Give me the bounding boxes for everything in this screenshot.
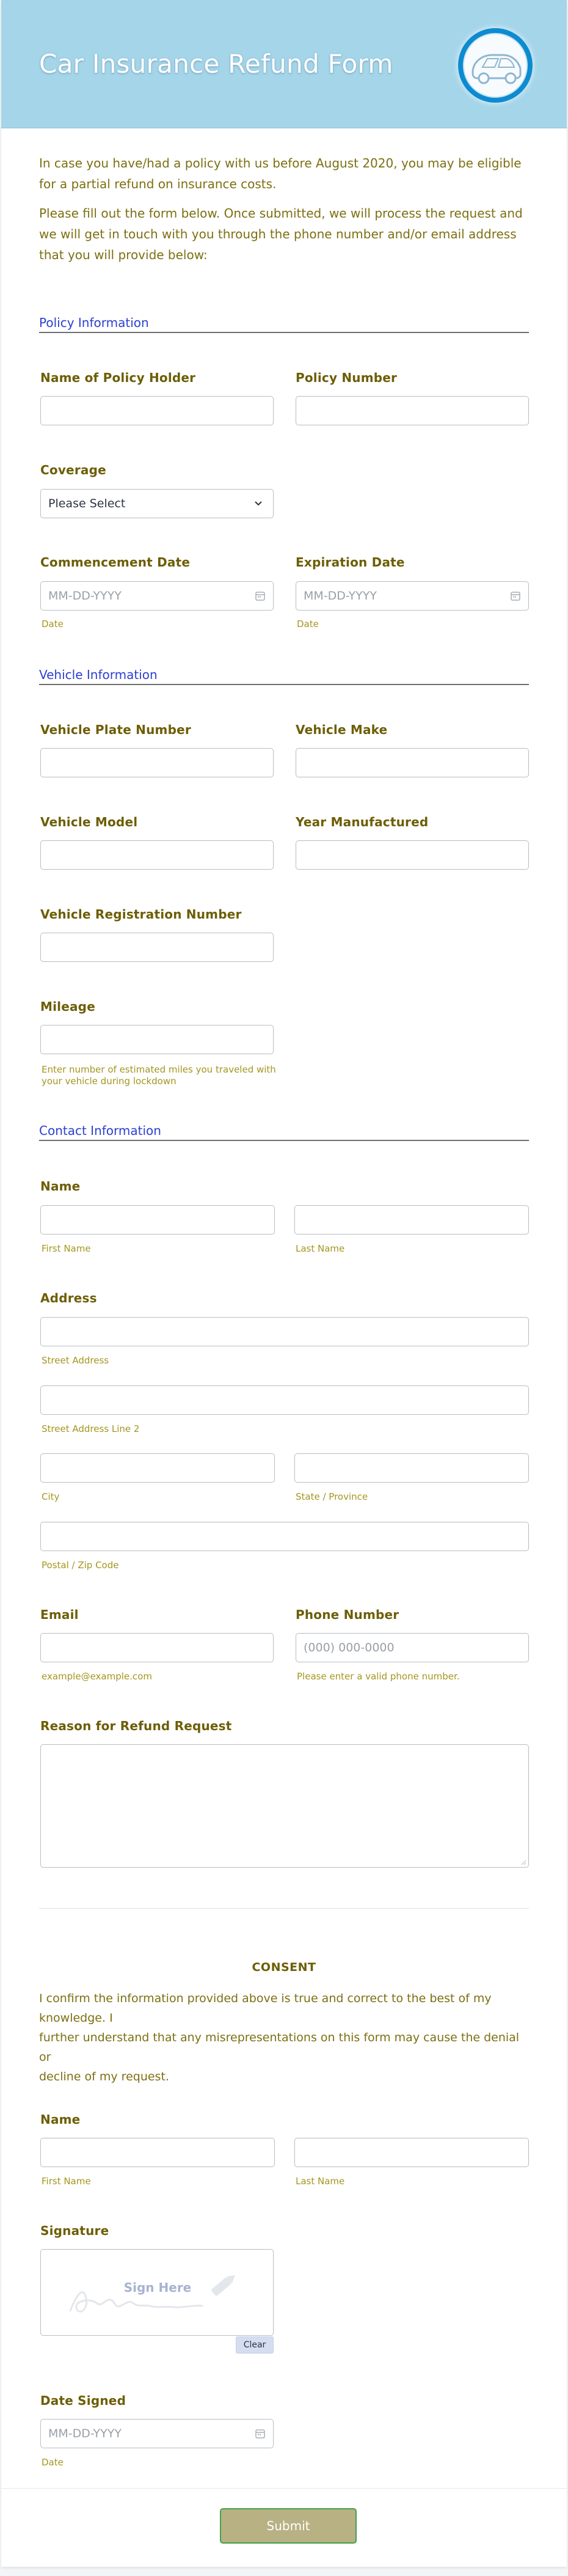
registration-number-input[interactable]	[40, 933, 274, 962]
expiration-date-label: Expiration Date	[296, 555, 405, 570]
vehicle-section-title: Vehicle Information	[39, 667, 158, 682]
email-label: Email	[40, 1607, 79, 1622]
policy-number-label: Policy Number	[296, 370, 398, 385]
consent-first-name-input[interactable]	[40, 2138, 275, 2167]
consent-text: I confirm the information provided above…	[39, 1989, 531, 2086]
phone-number-input[interactable]: (000) 000-0000	[296, 1633, 529, 1662]
coverage-selected-value: Please Select	[48, 497, 126, 510]
consent-last-name-input[interactable]	[294, 2138, 529, 2167]
city-hint: City	[42, 1491, 60, 1502]
policy-section-title: Policy Information	[39, 315, 149, 330]
plate-number-label: Vehicle Plate Number	[40, 722, 191, 737]
commencement-date-label: Commencement Date	[40, 555, 191, 570]
section-divider	[39, 1908, 529, 1909]
vehicle-make-label: Vehicle Make	[296, 722, 388, 737]
first-name-hint: First Name	[42, 1243, 91, 1254]
date-signed-placeholder: MM-DD-YYYY	[48, 2427, 122, 2440]
email-input[interactable]	[40, 1633, 274, 1662]
email-hint: example@example.com	[42, 1671, 152, 1682]
intro-paragraph-2: Please fill out the form below. Once sub…	[39, 206, 523, 262]
state-hint: State / Province	[296, 1491, 368, 1502]
street-address-input[interactable]	[40, 1317, 529, 1346]
policy-number-input[interactable]	[296, 396, 529, 425]
reason-textarea[interactable]	[40, 1744, 529, 1868]
consent-name-label: Name	[40, 2112, 81, 2127]
commencement-date-hint: Date	[42, 618, 64, 629]
car-shield-logo-icon	[458, 28, 533, 103]
form-card: Car Insurance Refund Form In case you ha…	[1, 0, 567, 2567]
date-signed-hint: Date	[42, 2457, 64, 2468]
contact-section-title: Contact Information	[39, 1123, 161, 1138]
street-address-line-2-input[interactable]	[40, 1385, 529, 1415]
year-manufactured-label: Year Manufactured	[296, 815, 429, 829]
signature-label: Signature	[40, 2223, 109, 2238]
consent-text-line-2: further understand that any misrepresent…	[39, 2031, 520, 2064]
mileage-hint-line-1: Enter number of estimated miles you trav…	[42, 1064, 276, 1075]
consent-last-name-hint: Last Name	[296, 2176, 345, 2187]
section-divider	[39, 684, 529, 685]
intro-paragraph-1: In case you have/had a policy with us be…	[39, 156, 522, 191]
signature-placeholder: Sign Here	[123, 2280, 192, 2295]
phone-number-hint: Please enter a valid phone number.	[297, 1671, 460, 1682]
expiration-date-hint: Date	[297, 618, 319, 629]
section-divider	[39, 1140, 529, 1141]
zip-code-input[interactable]	[40, 1522, 529, 1551]
holder-name-input[interactable]	[40, 396, 274, 425]
consent-first-name-hint: First Name	[42, 2176, 91, 2187]
resize-handle-icon[interactable]	[520, 1859, 526, 1865]
submit-button[interactable]: Submit	[220, 2508, 357, 2544]
section-divider	[39, 332, 529, 333]
street-address-line-2-hint: Street Address Line 2	[42, 1423, 140, 1434]
zip-code-hint: Postal / Zip Code	[42, 1560, 119, 1571]
registration-number-label: Vehicle Registration Number	[40, 907, 242, 922]
expiration-date-placeholder: MM-DD-YYYY	[304, 589, 377, 603]
phone-number-placeholder: (000) 000-0000	[304, 1641, 395, 1654]
signature-scribble-icon	[69, 2275, 235, 2313]
city-input[interactable]	[40, 1453, 275, 1483]
form-header: Car Insurance Refund Form	[1, 0, 567, 128]
expiration-date-input[interactable]: MM-DD-YYYY	[296, 581, 529, 611]
first-name-input[interactable]	[40, 1205, 275, 1235]
date-signed-label: Date Signed	[40, 2393, 126, 2408]
chevron-down-icon	[255, 501, 262, 506]
last-name-input[interactable]	[294, 1205, 529, 1235]
mileage-input[interactable]	[40, 1025, 274, 1054]
vehicle-model-input[interactable]	[40, 840, 274, 870]
last-name-hint: Last Name	[296, 1243, 345, 1254]
form-title: Car Insurance Refund Form	[39, 49, 393, 79]
mileage-hint-line-2: your vehicle during lockdown	[42, 1076, 177, 1087]
mileage-label: Mileage	[40, 999, 95, 1014]
calendar-icon[interactable]	[255, 590, 266, 601]
clear-signature-button[interactable]: Clear	[236, 2336, 274, 2354]
consent-title: CONSENT	[252, 1961, 316, 1974]
reason-label: Reason for Refund Request	[40, 1719, 232, 1733]
commencement-date-placeholder: MM-DD-YYYY	[48, 589, 122, 603]
consent-text-line-3: decline of my request.	[39, 2070, 169, 2083]
holder-name-label: Name of Policy Holder	[40, 370, 196, 385]
coverage-label: Coverage	[40, 463, 106, 477]
signature-pad[interactable]: Sign Here	[40, 2249, 274, 2336]
vehicle-model-label: Vehicle Model	[40, 815, 138, 829]
street-address-hint: Street Address	[42, 1355, 109, 1366]
year-manufactured-input[interactable]	[296, 840, 529, 870]
address-label: Address	[40, 1291, 97, 1305]
calendar-icon[interactable]	[255, 2428, 266, 2439]
phone-number-label: Phone Number	[296, 1607, 399, 1622]
state-input[interactable]	[294, 1453, 529, 1483]
commencement-date-input[interactable]: MM-DD-YYYY	[40, 581, 274, 611]
date-signed-input[interactable]: MM-DD-YYYY	[40, 2419, 274, 2448]
vehicle-make-input[interactable]	[296, 748, 529, 777]
calendar-icon[interactable]	[510, 590, 521, 601]
footer-divider	[1, 2488, 567, 2489]
plate-number-input[interactable]	[40, 748, 274, 777]
contact-name-label: Name	[40, 1179, 81, 1194]
coverage-select[interactable]: Please Select	[40, 489, 274, 518]
consent-text-line-1: I confirm the information provided above…	[39, 1992, 492, 2025]
